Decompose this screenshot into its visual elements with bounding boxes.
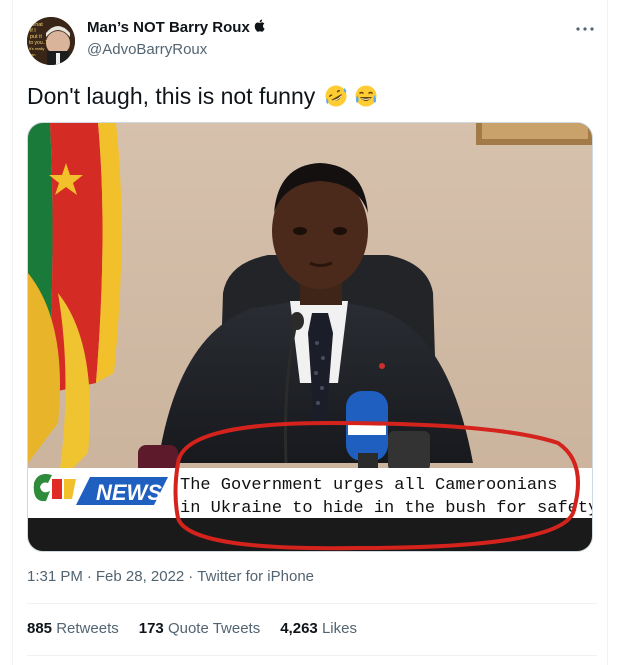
retweets-stat[interactable]: 885 Retweets xyxy=(27,618,119,640)
tweet-header: What if I put it to you..? it's really a… xyxy=(27,14,597,66)
tweet-media-photo[interactable]: NEWS The Government urges all Cameroonia… xyxy=(27,122,593,552)
ellipsis-icon[interactable] xyxy=(573,20,597,38)
display-name[interactable]: Man’s NOT Barry Roux xyxy=(87,18,250,38)
apple-icon xyxy=(254,18,265,38)
likes-stat[interactable]: 4,263 Likes xyxy=(280,618,357,640)
display-name-row[interactable]: Man’s NOT Barry Roux xyxy=(87,18,265,38)
quote-tweets-count: 173 xyxy=(138,620,164,637)
avatar-image: What if I put it to you..? it's really a… xyxy=(27,17,75,65)
quote-tweets-label: Quote Tweets xyxy=(167,620,261,637)
rolling-on-floor-laughing-emoji xyxy=(324,84,348,114)
meta-separator: · xyxy=(86,568,92,585)
tweet-source[interactable]: Twitter for iPhone xyxy=(197,567,314,587)
news-broadcast-image: NEWS The Government urges all Cameroonia… xyxy=(28,123,593,551)
tears-of-joy-emoji xyxy=(354,84,378,114)
avatar-caption-5: it's really xyxy=(29,46,44,51)
likes-label: Likes xyxy=(321,620,357,637)
retweets-count: 885 xyxy=(27,620,53,637)
tweet-text-body: Don't laugh, this is not funny xyxy=(27,83,316,109)
tweet-time[interactable]: 1:31 PM xyxy=(27,567,83,587)
handle[interactable]: @AdvoBarryRoux xyxy=(87,40,265,60)
likes-count: 4,263 xyxy=(280,620,318,637)
ticker-line-1: The Government urges all Cameroonians xyxy=(180,476,557,495)
tweet-date[interactable]: Feb 28, 2022 xyxy=(96,567,184,587)
divider-top xyxy=(27,603,597,604)
avatar[interactable]: What if I put it to you..? it's really a… xyxy=(27,17,75,65)
tweet-stats: 885 Retweets 173 Quote Tweets 4,263 Like… xyxy=(27,618,357,640)
divider-bottom xyxy=(27,655,597,656)
author-names: Man’s NOT Barry Roux @AdvoBarryRoux xyxy=(87,18,265,60)
retweets-label: Retweets xyxy=(56,620,119,637)
tweet-text: Don't laugh, this is not funny xyxy=(27,82,597,114)
ticker-line-2: in Ukraine to hide in the bush for safet… xyxy=(180,499,593,518)
avatar-caption-6: an xyxy=(31,52,35,57)
tweet-card: What if I put it to you..? it's really a… xyxy=(12,0,608,665)
tweet-meta: 1:31 PM · Feb 28, 2022 · Twitter for iPh… xyxy=(27,567,314,587)
news-brand-label: NEWS xyxy=(96,480,162,505)
meta-separator-2: · xyxy=(188,568,194,585)
quote-tweets-stat[interactable]: 173 Quote Tweets xyxy=(139,618,260,640)
